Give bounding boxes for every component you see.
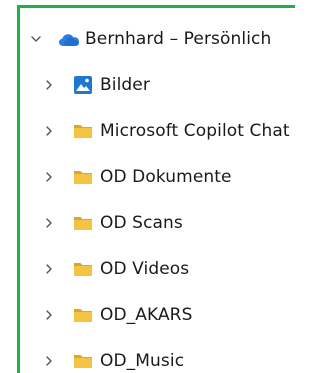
tree-item-label: Bilder: [100, 75, 150, 95]
chevron-right-icon[interactable]: [42, 262, 56, 276]
chevron-right-icon[interactable]: [42, 216, 56, 230]
tree-item-label: OD_AKARS: [100, 305, 193, 325]
folder-icon: [73, 259, 93, 279]
tree-item-onedrive-personal[interactable]: Bernhard – Persönlich: [20, 16, 295, 62]
tree-item-microsoft-copilot-chat[interactable]: Microsoft Copilot Chat: [20, 108, 295, 154]
chevron-right-icon[interactable]: [42, 78, 56, 92]
tree-item-label: OD_Music: [100, 351, 185, 371]
chevron-right-icon[interactable]: [42, 308, 56, 322]
folder-icon: [73, 121, 93, 141]
pictures-folder-icon: [73, 75, 93, 95]
folder-tree: Bernhard – Persönlich Bilder Microsoft C…: [20, 8, 295, 373]
chevron-right-icon[interactable]: [42, 170, 56, 184]
tree-item-label: OD Scans: [100, 213, 183, 233]
tree-item-od-akars[interactable]: OD_AKARS: [20, 292, 295, 338]
onedrive-cloud-icon: [58, 32, 80, 46]
folder-icon: [73, 167, 93, 187]
chevron-right-icon[interactable]: [42, 354, 56, 368]
tree-item-od-scans[interactable]: OD Scans: [20, 200, 295, 246]
folder-icon: [73, 213, 93, 233]
navigation-pane: Bernhard – Persönlich Bilder Microsoft C…: [0, 0, 295, 373]
tree-item-od-videos[interactable]: OD Videos: [20, 246, 295, 292]
folder-icon: [73, 351, 93, 371]
tree-item-bilder[interactable]: Bilder: [20, 62, 295, 108]
tree-item-od-music[interactable]: OD_Music: [20, 338, 295, 373]
chevron-right-icon[interactable]: [42, 124, 56, 138]
tree-item-label: OD Videos: [100, 259, 190, 279]
tree-item-label: Bernhard – Persönlich: [85, 29, 272, 49]
tree-item-label: OD Dokumente: [100, 167, 232, 187]
chevron-down-icon[interactable]: [29, 32, 43, 46]
tree-item-od-dokumente[interactable]: OD Dokumente: [20, 154, 295, 200]
tree-item-label: Microsoft Copilot Chat: [100, 121, 290, 141]
folder-icon: [73, 305, 93, 325]
